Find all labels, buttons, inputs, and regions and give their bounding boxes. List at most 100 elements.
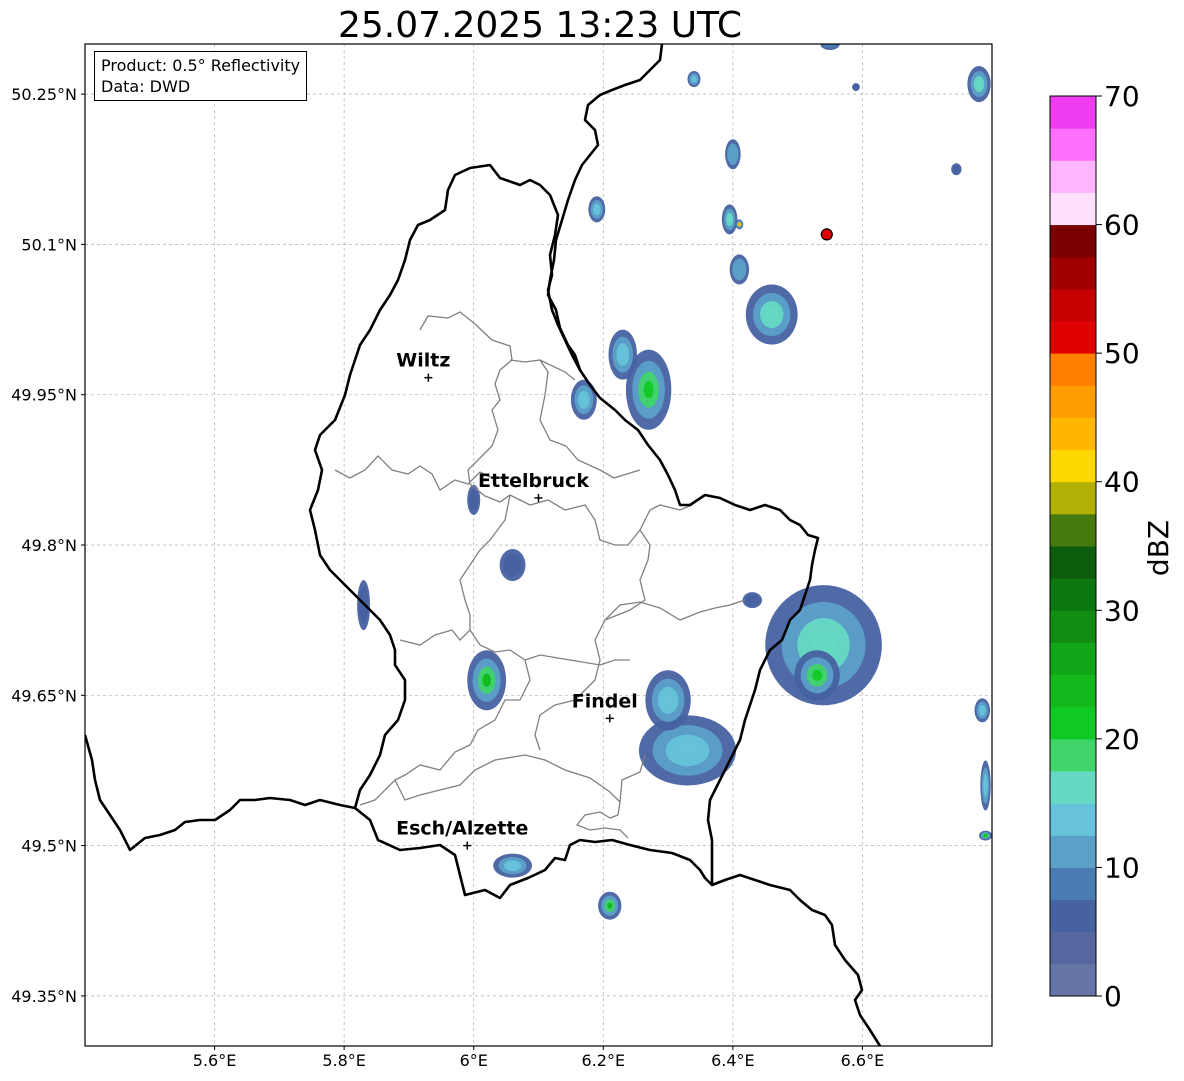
colorbar-segment — [1050, 192, 1096, 226]
colorbar-segment — [1050, 224, 1096, 258]
echo-layer — [594, 206, 599, 213]
colorbar-segment — [1050, 160, 1096, 193]
radar-echo — [570, 379, 597, 420]
radar-echo — [608, 329, 637, 380]
colorbar-segment — [1050, 578, 1096, 611]
echo-layer — [812, 669, 823, 681]
product-info-box: Product: 0.5° Reflectivity Data: DWD — [94, 51, 308, 101]
colorbar-segment — [1050, 867, 1096, 901]
echo-layer — [766, 307, 778, 322]
echo-layer — [730, 150, 735, 158]
lat-tick-label: 49.8°N — [21, 536, 77, 555]
radar-echo — [721, 204, 738, 235]
radar-map-figure: Wiltz Ettelbruck Findel Esch/Alzette 5.6°E 5… — [11, 43, 1175, 1070]
radar-echo — [499, 549, 526, 582]
radar-echo — [974, 698, 991, 723]
colorbar-segment — [1050, 610, 1096, 643]
colorbar-segment — [1050, 96, 1096, 129]
colorbar-segment — [1050, 803, 1096, 836]
echo-layer — [737, 222, 742, 227]
echo-layer — [691, 77, 696, 82]
colorbar-tick-label: 0 — [1104, 980, 1122, 1013]
radar-echo — [742, 592, 763, 609]
station-marker-dot — [820, 228, 833, 241]
lat-tick-label: 50.1°N — [21, 235, 77, 254]
colorbar-segment — [1050, 481, 1096, 515]
radar-echo — [967, 66, 991, 103]
colorbar-segment — [1050, 899, 1096, 933]
lon-tick-label: 6°E — [460, 1051, 488, 1070]
echo-layer — [580, 395, 587, 405]
lat-tick-label: 49.5°N — [21, 837, 77, 856]
colorbar-tick-label: 50 — [1104, 337, 1140, 370]
echo-layer — [607, 902, 613, 909]
radar-echo — [794, 650, 840, 701]
colorbar-tick-label: 70 — [1104, 80, 1140, 113]
radar-echo — [735, 219, 744, 230]
echo-layer — [663, 693, 674, 707]
colorbar-tick-label: 40 — [1104, 466, 1140, 499]
echo-layer — [954, 167, 959, 172]
echo-layer — [676, 742, 699, 759]
colorbar-segment — [1050, 128, 1096, 161]
colorbar-segment — [1050, 353, 1096, 386]
colorbar: 0 10 20 30 40 50 60 70 — [1049, 80, 1140, 1013]
colorbar-segment — [1050, 546, 1096, 579]
echo-layer — [471, 496, 476, 504]
product-line: Product: 0.5° Reflectivity — [101, 56, 301, 75]
lon-tick-label: 5.6°E — [193, 1051, 237, 1070]
echo-layer — [750, 598, 755, 603]
colorbar-segment — [1050, 256, 1096, 290]
echo-layer — [508, 862, 517, 869]
colorbar-segment — [1050, 674, 1096, 708]
echo-layer — [619, 349, 626, 361]
city-label: Esch/Alzette — [396, 818, 528, 840]
colorbar-tick-label: 30 — [1104, 594, 1140, 627]
radar-echo — [725, 139, 741, 170]
colorbar-segment — [1050, 321, 1096, 354]
echo-layer — [853, 85, 858, 90]
echo-layer — [643, 380, 654, 399]
echo-layer — [482, 673, 491, 687]
colorbar-segment — [1050, 706, 1096, 740]
lat-tick-label: 49.65°N — [11, 686, 77, 705]
lon-tick-label: 5.8°E — [322, 1051, 366, 1070]
echo-layer — [983, 833, 988, 838]
echo-layer — [983, 779, 988, 791]
radar-echo — [951, 163, 962, 176]
city-label: Findel — [572, 690, 638, 712]
colorbar-label: dBZ — [1142, 520, 1175, 576]
echo-layer — [737, 266, 742, 273]
station-marker — [820, 228, 833, 241]
colorbar-tick-label: 20 — [1104, 723, 1140, 756]
colorbar-tick-label: 60 — [1104, 209, 1140, 242]
radar-echo — [645, 670, 691, 731]
lon-tick-label: 6.4°E — [711, 1051, 755, 1070]
city-label: Ettelbruck — [478, 470, 589, 492]
colorbar-segment — [1050, 835, 1096, 868]
echo-layer — [509, 561, 516, 569]
data-source-line: Data: DWD — [101, 77, 191, 96]
colorbar-tick-label: 10 — [1104, 851, 1140, 884]
radar-echo — [979, 830, 992, 841]
lat-tick-label: 50.25°N — [11, 85, 77, 104]
radar-echo — [745, 284, 798, 345]
colorbar-segment — [1050, 642, 1096, 676]
colorbar-segment — [1050, 385, 1096, 418]
radar-echo — [729, 254, 750, 285]
lat-tick-label: 49.35°N — [11, 987, 77, 1006]
colorbar-segment — [1050, 771, 1096, 804]
colorbar-segment — [1050, 288, 1096, 322]
lon-tick-label: 6.6°E — [841, 1051, 885, 1070]
colorbar-segment — [1050, 513, 1096, 547]
colorbar-segment — [1050, 963, 1096, 997]
colorbar-segment — [1050, 449, 1096, 483]
radar-echo — [588, 196, 606, 223]
radar-echo — [687, 71, 701, 88]
colorbar-segment — [1050, 931, 1096, 965]
radar-echo — [493, 853, 533, 878]
lat-tick-label: 49.95°N — [11, 386, 77, 405]
colorbar-segment — [1050, 738, 1096, 772]
echo-layer — [976, 80, 982, 89]
radar-echo — [467, 650, 507, 711]
